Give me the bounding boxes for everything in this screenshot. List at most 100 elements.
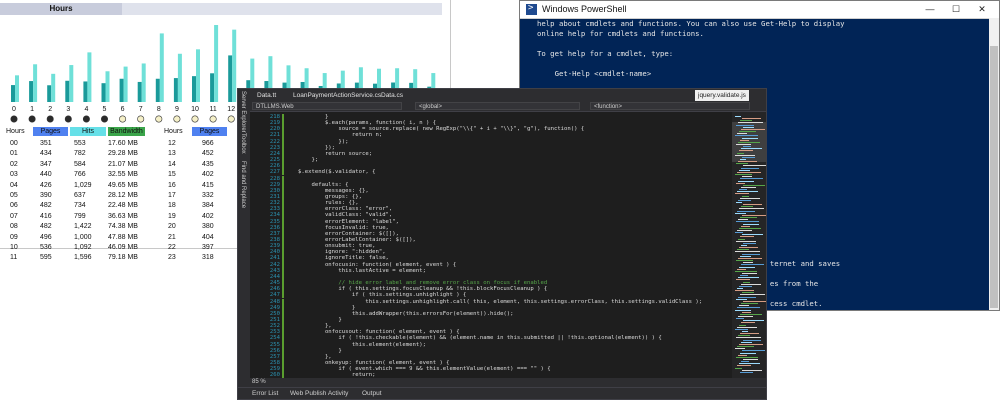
code-line[interactable]: messages: {}, — [298, 188, 369, 194]
table-cell: 416 — [40, 212, 52, 220]
code-line[interactable]: $.each(params, function( i, n ) { — [298, 120, 436, 126]
code-line[interactable]: // hide error label and remove error cla… — [298, 280, 547, 286]
error-list-tab[interactable]: Error List — [252, 390, 278, 397]
code-line[interactable]: }); — [298, 145, 335, 151]
minimap-line — [743, 339, 761, 341]
minimap-line — [740, 275, 748, 277]
powershell-titlebar[interactable]: > Windows PowerShell — ☐ ✕ — [520, 1, 999, 19]
code-line[interactable]: }; — [298, 157, 318, 163]
col-hits-header: Hits — [70, 127, 106, 136]
code-line[interactable]: }, — [298, 323, 332, 329]
code-line[interactable]: onfocusin: function( element, event ) { — [298, 262, 456, 268]
line-number: 242 — [269, 261, 280, 268]
code-line[interactable]: }); — [298, 139, 348, 145]
close-button[interactable]: ✕ — [971, 3, 993, 16]
tab-data-cs[interactable]: Data.cs — [378, 90, 406, 101]
line-number: 248 — [269, 298, 280, 305]
code-editor[interactable]: 218 } 219 $.each(params, function( i, n )… — [250, 112, 732, 378]
code-line[interactable]: return source; — [298, 151, 372, 157]
minimap-line — [738, 161, 757, 163]
line-number: 249 — [269, 304, 280, 311]
code-line[interactable]: if ( !this.checkable(element) && (elemen… — [298, 335, 661, 341]
minimap-line — [737, 326, 757, 328]
code-line[interactable]: onsubmit: true, — [298, 243, 376, 249]
toolbox-tab[interactable]: Toolbox — [240, 133, 246, 154]
maximize-button[interactable]: ☐ — [945, 3, 967, 16]
code-line[interactable]: errorClass: "error", — [298, 206, 392, 212]
minimap-line — [737, 171, 761, 173]
tab-jquery-validate[interactable]: jquery.validate.js — [695, 90, 749, 101]
hour-tick-5: 5 — [103, 106, 107, 113]
hour-tick-7: 7 — [139, 106, 143, 113]
code-line[interactable]: } — [298, 114, 328, 120]
minimap-line — [743, 204, 762, 206]
hour-tick-12: 12 — [227, 106, 235, 113]
table-cell: 384 — [202, 202, 214, 210]
hour-tick-11: 11 — [209, 106, 216, 113]
minimap-line — [739, 208, 764, 210]
code-minimap[interactable] — [732, 112, 766, 378]
powershell-scrollbar[interactable] — [989, 18, 999, 310]
code-line[interactable]: this.addWrapper(this.errorsFor(element))… — [298, 311, 514, 317]
minimap-line — [739, 324, 746, 326]
code-line[interactable]: rules: {}, — [298, 200, 359, 206]
scrollbar-thumb[interactable] — [990, 46, 998, 308]
table-cell: 18 — [168, 202, 176, 210]
code-line[interactable]: }, — [298, 354, 332, 360]
scope-dropdown[interactable]: <global> — [415, 102, 580, 110]
code-line[interactable]: ignore: ":hidden", — [298, 249, 386, 255]
minimap-line — [739, 131, 756, 133]
console-line: help about cmdlets and functions. You ca… — [537, 19, 845, 28]
line-number: 254 — [269, 335, 280, 342]
code-line[interactable]: if ( this.settings.unhighlight ) { — [298, 292, 467, 298]
minimap-line — [740, 371, 753, 373]
code-line[interactable]: errorElement: "label", — [298, 219, 399, 225]
tab-loanpayment[interactable]: LoanPaymentActionService.cs — [290, 90, 384, 101]
output-tab[interactable]: Output — [362, 390, 382, 397]
project-dropdown[interactable]: DTLLMS.Web — [252, 102, 402, 110]
code-line[interactable]: this.lastActive = element; — [298, 268, 426, 274]
code-line[interactable]: if ( this.settings.focusCleanup && !this… — [298, 286, 547, 292]
code-line[interactable]: onkeyup: function( element, event ) { — [298, 360, 450, 366]
table-cell: 36.63 MB — [108, 212, 138, 220]
code-line[interactable]: this.element(element); — [298, 342, 426, 348]
code-line[interactable]: } — [298, 348, 341, 354]
clock-icon — [227, 115, 235, 123]
web-publish-tab[interactable]: Web Publish Activity — [290, 390, 348, 397]
tab-data-tt[interactable]: Data.tt — [254, 90, 279, 101]
code-line[interactable]: focusInvalid: true, — [298, 225, 389, 231]
line-number: 224 — [269, 150, 280, 157]
code-line[interactable]: ignoreTitle: false, — [298, 255, 389, 261]
code-line[interactable]: } — [298, 317, 341, 323]
member-dropdown[interactable]: <function> — [590, 102, 750, 110]
minimap-line — [735, 116, 741, 117]
line-number: 244 — [269, 273, 280, 280]
minimap-line — [736, 337, 761, 339]
find-replace-tab[interactable]: Find and Replace — [240, 161, 246, 208]
code-line[interactable]: $.extend($.validator, { — [298, 169, 375, 175]
code-line[interactable]: } — [298, 305, 355, 311]
code-line[interactable]: return n; — [298, 132, 382, 138]
code-line[interactable]: groups: {}, — [298, 194, 362, 200]
bar-pages-0 — [11, 85, 15, 102]
code-line[interactable]: this.settings.unhighlight.call( this, el… — [298, 299, 702, 305]
minimize-button[interactable]: — — [919, 3, 941, 16]
table-cell: 09 — [10, 233, 18, 241]
code-line[interactable]: onfocusout: function( element, event ) { — [298, 329, 460, 335]
minimap-line — [738, 219, 748, 221]
minimap-line — [740, 139, 749, 141]
bar-hits-8 — [159, 33, 164, 103]
zoom-level[interactable]: 85 % — [252, 379, 266, 385]
code-line[interactable]: source = source.replace( new RegExp("\\{… — [298, 126, 584, 132]
table-cell: 452 — [202, 150, 214, 158]
code-line[interactable]: errorContainer: $([]), — [298, 231, 399, 237]
code-line[interactable]: errorLabelContainer: $([]), — [298, 237, 416, 243]
server-explorer-tab[interactable]: Server Explorer — [240, 91, 246, 133]
code-line[interactable]: defaults: { — [298, 182, 348, 188]
minimap-line — [742, 214, 766, 216]
code-line[interactable]: if ( event.which === 9 && this.elementVa… — [298, 366, 550, 372]
code-line[interactable]: validClass: "valid", — [298, 212, 392, 218]
minimap-line — [735, 251, 760, 253]
minimap-line — [737, 346, 754, 348]
